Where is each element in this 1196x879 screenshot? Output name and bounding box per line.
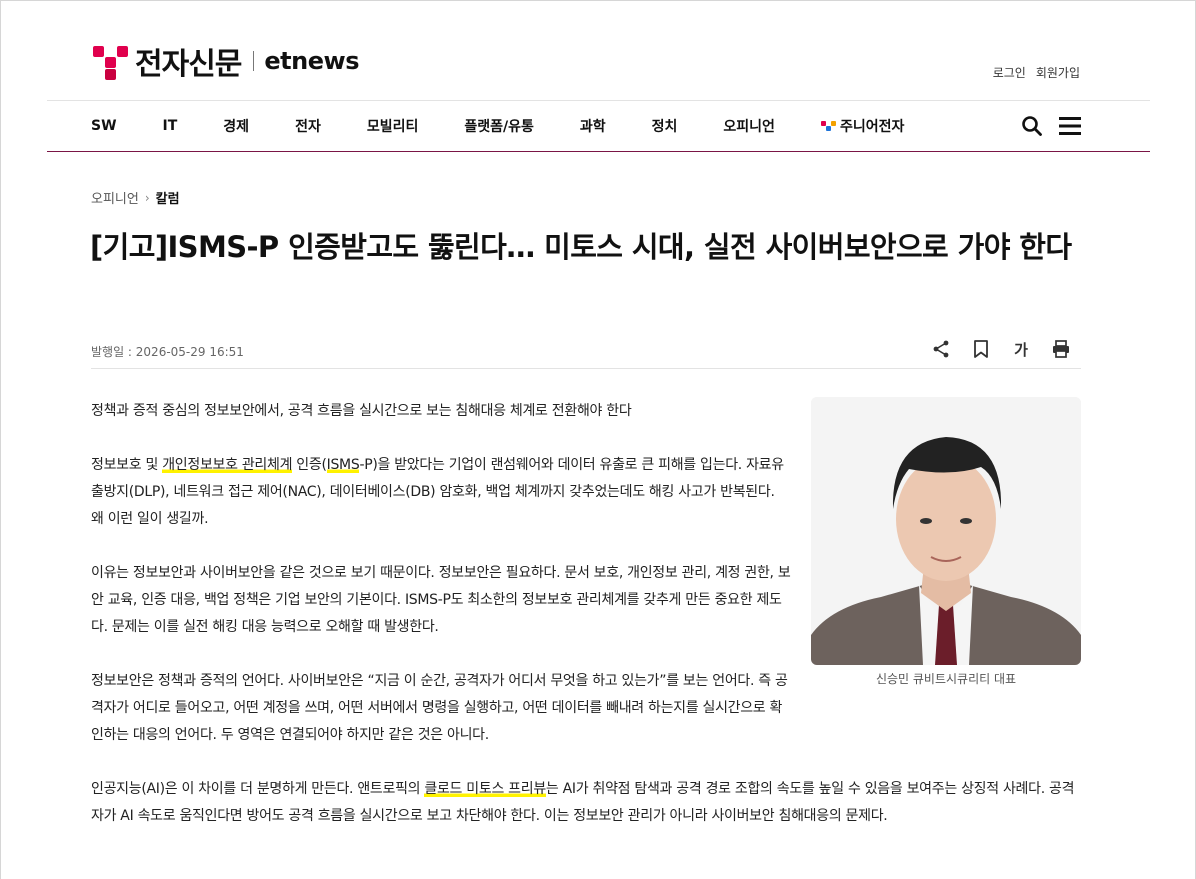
- bookmark-icon[interactable]: [969, 337, 993, 361]
- nav-item-sw[interactable]: SW: [91, 118, 117, 134]
- nav-item-platform[interactable]: 플랫폼/유통: [464, 116, 534, 136]
- article-lead: 정책과 증적 중심의 정보보안에서, 공격 흐름을 실시간으로 보는 침해대응 …: [91, 403, 632, 419]
- breadcrumb-current[interactable]: 칼럼: [156, 188, 180, 207]
- article-meta: 발행일 : 2026-05-29 16:51 가: [91, 337, 1081, 369]
- nav-item-economy[interactable]: 경제: [223, 116, 249, 136]
- nav-item-it[interactable]: IT: [163, 118, 178, 134]
- junior-logo-icon: [820, 119, 837, 133]
- logo-english: etnews: [264, 47, 359, 75]
- nav-item-junior-label: 주니어전자: [839, 119, 905, 135]
- logo-mark-icon: [91, 43, 128, 80]
- nav-item-science[interactable]: 과학: [580, 116, 606, 136]
- font-size-label: 가: [1014, 340, 1028, 359]
- nav-item-politics[interactable]: 정치: [652, 116, 678, 136]
- photo-caption: 신승민 큐비트시큐리티 대표: [875, 672, 1017, 686]
- keyword-link-claude-mythos[interactable]: 클로드 미토스 프리뷰: [424, 781, 546, 797]
- article-paragraph-1: 정보보호 및 개인정보보호 관리체계 인증(ISMS-P)을 받았다는 기업이 …: [91, 457, 784, 527]
- signup-link[interactable]: 회원가입: [1036, 64, 1080, 81]
- menu-icon[interactable]: [1058, 114, 1082, 138]
- login-link[interactable]: 로그인: [993, 64, 1026, 81]
- article-paragraph-4: 인공지능(AI)은 이 차이를 더 분명하게 만든다. 앤트로픽의 클로드 미토…: [91, 781, 1075, 824]
- site-header: 전자신문 etnews 로그인 회원가입: [47, 0, 1150, 100]
- main-nav: SW IT 경제 전자 모빌리티 플랫폼/유통 과학 정치 오피니언 주니어전자: [47, 100, 1150, 152]
- site-logo[interactable]: 전자신문 etnews: [91, 38, 359, 84]
- breadcrumb-parent[interactable]: 오피니언: [91, 188, 139, 207]
- article-title: [기고]ISMS-P 인증받고도 뚫린다… 미토스 시대, 실전 사이버보안으로…: [90, 230, 1072, 264]
- nav-item-junior[interactable]: 주니어전자: [820, 116, 905, 136]
- article-paragraph-3: 정보보안은 정책과 증적의 언어다. 사이버보안은 “지금 이 순간, 공격자가…: [91, 673, 788, 743]
- article-tools: 가: [929, 337, 1073, 361]
- share-icon[interactable]: [929, 337, 953, 361]
- publish-date: 발행일 : 2026-05-29 16:51: [91, 345, 244, 359]
- article-paragraph-2: 이유는 정보보안과 사이버보안을 같은 것으로 보기 때문이다. 정보보안은 필…: [91, 565, 791, 635]
- print-icon[interactable]: [1049, 337, 1073, 361]
- nav-tools: [1020, 114, 1082, 138]
- author-photo[interactable]: [811, 397, 1081, 665]
- nav-item-opinion[interactable]: 오피니언: [723, 116, 775, 136]
- keyword-link-isms[interactable]: ISMS: [326, 457, 360, 473]
- breadcrumb: 오피니언 › 칼럼: [91, 188, 180, 208]
- logo-korean: 전자신문: [135, 47, 242, 82]
- nav-item-electronics[interactable]: 전자: [295, 116, 321, 136]
- auth-links: 로그인 회원가입: [993, 64, 1080, 81]
- search-icon[interactable]: [1020, 114, 1044, 138]
- font-size-button[interactable]: 가: [1009, 337, 1033, 361]
- logo-divider: [253, 51, 255, 71]
- chevron-right-icon: ›: [144, 190, 150, 205]
- article-body: 정책과 증적 중심의 정보보안에서, 공격 흐름을 실시간으로 보는 침해대응 …: [91, 398, 1074, 857]
- keyword-link-pims[interactable]: 개인정보보호 관리체계: [162, 457, 292, 473]
- nav-item-mobility[interactable]: 모빌리티: [367, 116, 419, 136]
